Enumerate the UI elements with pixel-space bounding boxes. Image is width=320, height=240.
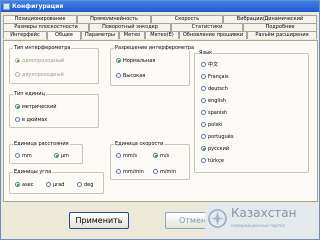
tab-general[interactable]: Общее	[47, 31, 81, 40]
group-label: Единицы угла	[13, 169, 53, 175]
window-title: Конфигурация	[12, 3, 64, 10]
radio-urad[interactable]: μrad	[46, 182, 64, 188]
radio-language-chinese[interactable]: 中文	[201, 62, 218, 68]
tab-row-2: Размеры плоскостности Поворотный энкодер…	[1, 23, 319, 31]
radio-mm-per-min[interactable]: mm/min	[116, 169, 144, 175]
group-distance-units: Единица расстояния mm μm	[9, 141, 83, 164]
radio-metric[interactable]: метрический	[15, 104, 56, 110]
group-interferometer-resolution: Разрешение интерферометра Нормальная Выс…	[110, 45, 196, 86]
group-label: Единица расстояния	[13, 141, 70, 147]
app-icon	[3, 3, 10, 10]
tab-details[interactable]: Подробнее	[243, 23, 317, 31]
watermark-title: Казахстан	[231, 206, 297, 220]
apply-button[interactable]: Применить	[69, 212, 129, 229]
tab-row-1: Позиционирование Прямолинейность Скорост…	[1, 15, 319, 23]
group-angle-units: Единицы угла asec μrad deg	[9, 169, 104, 194]
radio-language-polish[interactable]: polski	[201, 122, 223, 128]
tab-meteo[interactable]: Метео	[119, 31, 145, 39]
group-units-type: Тип единиц метрический в дюймах	[9, 91, 99, 128]
tab-row-3: Интерфейс Общее Параметры Метео Метео(Е)…	[1, 31, 319, 40]
group-label: Единица скорости	[114, 141, 165, 147]
tab-parameters[interactable]: Параметры	[81, 31, 119, 39]
radio-indicator	[116, 169, 121, 174]
watermark-logo: Казахстан информационный портал	[205, 203, 317, 237]
radio-language-spanish[interactable]: spanish	[201, 110, 227, 116]
tab-meteo-e[interactable]: Метео(Е)	[145, 31, 179, 39]
radio-m-per-min[interactable]: m/min	[153, 169, 176, 175]
radio-indicator	[116, 58, 121, 63]
radio-indicator	[15, 153, 20, 158]
radio-indicator	[201, 146, 206, 151]
tab-positioning[interactable]: Позиционирование	[3, 15, 77, 23]
tab-rotary-encoder[interactable]: Поворотный энкодер	[89, 23, 171, 31]
title-bar[interactable]: Конфигурация	[1, 1, 319, 12]
radio-um[interactable]: μm	[54, 153, 69, 159]
radio-indicator	[201, 98, 206, 103]
radio-indicator	[153, 169, 158, 174]
radio-deg[interactable]: deg	[77, 182, 93, 188]
radio-indicator	[201, 122, 206, 127]
tab-interface[interactable]: Интерфейс	[3, 31, 47, 39]
group-language: Язык 中文 Français deutsch english spanish…	[194, 50, 309, 173]
radio-indicator	[15, 58, 20, 63]
radio-indicator	[116, 153, 121, 158]
radio-mm[interactable]: mm	[15, 153, 32, 159]
radio-language-german[interactable]: deutsch	[201, 86, 228, 92]
group-interferometer-type: Тип интерферометра однопроходный двухпро…	[9, 45, 99, 84]
tab-flatness[interactable]: Размеры плоскостности	[3, 23, 89, 31]
radio-language-french[interactable]: Français	[201, 74, 229, 80]
radio-indicator	[15, 104, 20, 109]
tab-firmware-update[interactable]: Обновление прошивки	[179, 31, 247, 39]
radio-indicator	[15, 182, 20, 187]
radio-indicator	[46, 182, 51, 187]
radio-indicator	[153, 153, 158, 158]
tab-vibration[interactable]: Вибрации/Динамический	[223, 15, 317, 23]
watermark-subtitle: информационный портал	[231, 223, 286, 228]
radio-indicator	[15, 72, 20, 77]
radio-indicator	[77, 182, 82, 187]
tab-expansion-connector[interactable]: Разъём расширения	[247, 31, 317, 39]
radio-normal-resolution[interactable]: Нормальная	[116, 58, 155, 64]
radio-indicator	[116, 73, 121, 78]
radio-mm-per-s[interactable]: mm/s	[116, 153, 137, 159]
watermark-emblem-icon	[208, 209, 227, 228]
tab-speed[interactable]: Скорость	[151, 15, 223, 23]
radio-indicator	[201, 62, 206, 67]
configuration-window: Конфигурация Позиционирование Прямолиней…	[0, 0, 320, 240]
radio-language-portuguese[interactable]: português	[201, 134, 233, 140]
group-label: Тип единиц	[13, 91, 46, 97]
group-label: Тип интерферометра	[13, 45, 72, 51]
tab-statistics[interactable]: Статистики	[171, 23, 243, 31]
radio-single-pass[interactable]: однопроходный	[15, 58, 64, 64]
radio-double-pass[interactable]: двухпроходный	[15, 72, 64, 78]
radio-indicator	[201, 110, 206, 115]
radio-indicator	[201, 134, 206, 139]
group-label: Язык	[198, 50, 214, 56]
radio-indicator	[54, 153, 59, 158]
radio-language-russian[interactable]: русский	[201, 146, 229, 152]
radio-m-per-s[interactable]: m/s	[153, 153, 169, 159]
group-speed-units: Единица скорости mm/s m/s mm/min m/min	[110, 141, 190, 180]
radio-inches[interactable]: в дюймах	[15, 117, 47, 123]
radio-indicator	[201, 158, 206, 163]
radio-asec[interactable]: asec	[15, 182, 34, 188]
general-tab-panel: Тип интерферометра однопроходный двухпро…	[3, 40, 318, 202]
radio-indicator	[201, 74, 206, 79]
radio-indicator	[15, 117, 20, 122]
radio-language-english[interactable]: english	[201, 98, 226, 104]
tab-straightness[interactable]: Прямолинейность	[77, 15, 151, 23]
radio-indicator	[201, 86, 206, 91]
radio-language-turkish[interactable]: türkçe	[201, 158, 224, 164]
radio-high-resolution[interactable]: Высокая	[116, 73, 145, 79]
group-label: Разрешение интерферометра	[114, 45, 196, 51]
